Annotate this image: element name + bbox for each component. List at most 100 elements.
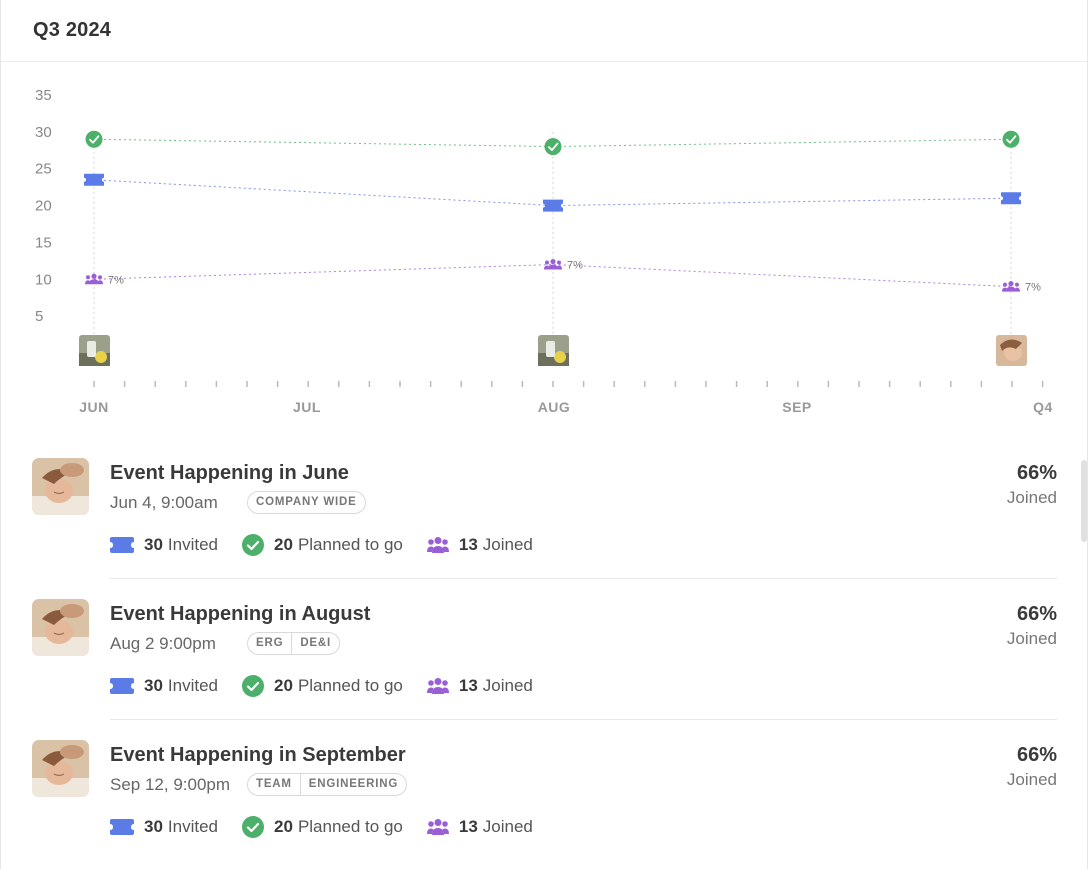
- scrollbar[interactable]: [1081, 460, 1087, 542]
- x-axis-label: Q4: [1033, 399, 1053, 415]
- joined-stat: 13 Joined: [426, 535, 533, 555]
- group-icon: [426, 678, 449, 694]
- event-stats: 30 Invited 20 Planned to go 13 Joined: [110, 533, 557, 557]
- ticket-icon: [1001, 192, 1021, 205]
- joined-percent: 66%: [1016, 744, 1057, 766]
- event-tag: COMPANY WIDE: [256, 496, 357, 508]
- joined-count: 13: [458, 535, 478, 554]
- group-head: [1008, 281, 1014, 287]
- event-thumbnail: [32, 740, 89, 797]
- ticket-icon: [110, 819, 134, 835]
- check-circle-shape: [85, 130, 103, 148]
- event-tag: ERG: [256, 637, 284, 649]
- event-item-june[interactable]: Event Happening in June Jun 4, 9:00am CO…: [1, 438, 1087, 579]
- data-label: 7%: [108, 274, 124, 286]
- event-date: Aug 2 9:00pm: [110, 634, 216, 653]
- invited-count: 30: [144, 817, 163, 836]
- ticket-icon: [110, 537, 134, 553]
- joined-percent: 66%: [1016, 462, 1057, 484]
- group-body: [1015, 287, 1020, 292]
- x-axis-label: JUL: [293, 399, 321, 415]
- group-body: [85, 280, 90, 285]
- planned-count: 20: [274, 817, 293, 836]
- q3-events-card: Q3 2024 5 10 15 20 25 30 35 JUN JUL AUG SEP Q4 7% 7% 7…: [0, 0, 1088, 869]
- group-head: [86, 275, 90, 280]
- group-head: [98, 275, 102, 280]
- event-tags: ERG DE&I: [247, 632, 341, 655]
- group-icon: 7%: [85, 273, 124, 286]
- group-body: [557, 265, 562, 270]
- group-body: [1002, 287, 1007, 292]
- y-tick-label: 25: [35, 161, 52, 178]
- invited-label: Invited: [167, 817, 219, 836]
- x-axis-label: AUG: [538, 399, 571, 415]
- spa-photo-icon: [32, 599, 89, 656]
- photo-bottle: [87, 341, 96, 357]
- ticket-icon: [110, 678, 134, 694]
- y-tick-label: 20: [35, 198, 52, 215]
- event-title[interactable]: Event Happening in September: [110, 744, 406, 767]
- check-circle-icon: [242, 675, 265, 697]
- event-date: Sep 12, 9:00pm: [110, 775, 231, 794]
- group-head: [91, 273, 97, 279]
- check-circle-icon: [544, 138, 562, 156]
- check-circle-shape: [544, 138, 562, 156]
- check-circle-icon: [1002, 130, 1020, 148]
- joined-percent-label: Joined: [1006, 770, 1057, 789]
- event-photo-marker: [996, 335, 1027, 366]
- invited-stat: 30 Invited: [110, 676, 218, 696]
- group-body: [544, 265, 549, 270]
- spa-photo-icon: [32, 740, 89, 797]
- event-item-august[interactable]: Event Happening in August Aug 2 9:00pm E…: [1, 579, 1087, 720]
- photo-lemon: [95, 351, 107, 363]
- event-tags: TEAM ENGINEERING: [247, 773, 408, 796]
- ticket-shape: [1001, 192, 1021, 205]
- planned-stat: 20 Planned to go: [242, 534, 403, 556]
- event-tag: ENGINEERING: [299, 774, 406, 795]
- group-body: [98, 280, 103, 285]
- group-head: [557, 260, 561, 265]
- check-circle-shape: [1002, 130, 1020, 148]
- y-tick-label: 30: [35, 124, 52, 141]
- event-stats: 30 Invited 20 Planned to go 13 Joined: [110, 815, 557, 839]
- event-thumbnail: [32, 458, 89, 515]
- group-icon: 7%: [544, 258, 583, 272]
- y-tick-label: 15: [35, 234, 52, 251]
- joined-percent: 66%: [1016, 603, 1057, 625]
- group-head: [1015, 282, 1019, 287]
- ticket-shape: [84, 173, 104, 186]
- joined-stat: 13 Joined: [426, 817, 533, 837]
- group-icon: [426, 819, 449, 835]
- ticket-shape: [543, 199, 563, 212]
- group-head: [1003, 282, 1007, 287]
- event-title[interactable]: Event Happening in August: [110, 603, 370, 626]
- event-title[interactable]: Event Happening in June: [110, 462, 349, 485]
- y-tick-label: 35: [35, 87, 52, 104]
- invited-label: Invited: [167, 676, 219, 695]
- x-axis-label: SEP: [782, 399, 812, 415]
- group-head: [550, 258, 556, 265]
- group-head: [545, 260, 549, 265]
- joined-percent-label: Joined: [1006, 488, 1057, 507]
- event-photo-marker: [79, 335, 110, 366]
- invited-count: 30: [144, 676, 163, 695]
- event-date: Jun 4, 9:00am: [110, 493, 218, 512]
- photo-bottle: [546, 341, 555, 357]
- photo-lemon: [554, 351, 566, 363]
- joined-label: Joined: [482, 817, 533, 836]
- joined-count: 13: [458, 817, 478, 836]
- joined-label: Joined: [482, 676, 533, 695]
- event-item-september[interactable]: Event Happening in September Sep 12, 9:0…: [1, 720, 1087, 861]
- joined-stat: 13 Joined: [426, 676, 533, 696]
- planned-stat: 20 Planned to go: [242, 816, 403, 838]
- planned-count: 20: [274, 676, 293, 695]
- planned-stat: 20 Planned to go: [242, 675, 403, 697]
- invited-count: 30: [144, 535, 163, 554]
- group-body: [89, 279, 99, 285]
- planned-label: Planned to go: [297, 817, 403, 836]
- y-tick-label: 10: [35, 271, 52, 288]
- group-body: [548, 264, 558, 270]
- x-axis-label: JUN: [79, 399, 109, 415]
- spa-photo-icon: [32, 458, 89, 515]
- planned-label: Planned to go: [297, 535, 403, 554]
